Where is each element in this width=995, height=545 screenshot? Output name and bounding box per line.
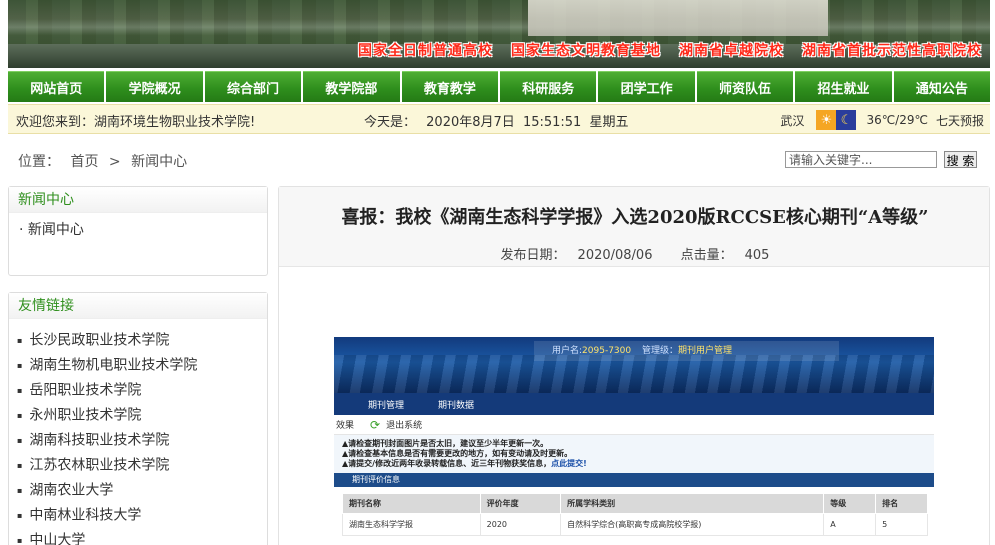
article: 喜报：我校《湖南生态科学学报》入选2020版RCCSE核心期刊“A等级” 发布日… [278, 186, 990, 545]
search-input[interactable] [785, 151, 937, 168]
image-tab: 期刊数据 [438, 400, 475, 411]
friend-link[interactable]: 长沙民政职业技术学院 [9, 328, 267, 353]
moon-icon: ☾ [836, 110, 857, 130]
image-tool-left: 效果 [336, 421, 355, 431]
friend-link[interactable]: 江苏农林职业技术学院 [9, 453, 267, 478]
image-th: 排名 [875, 493, 928, 514]
image-tabs: 期刊管理 期刊数据 [334, 393, 934, 415]
main-nav: 网站首页 学院概况 综合部门 教学院部 教育教学 科研服务 团学工作 师资队伍 … [8, 71, 991, 102]
slogan: 国家全日制普通高校 [358, 43, 493, 59]
image-tab: 期刊管理 [368, 400, 405, 411]
news-center-box: 新闻中心 · 新闻中心 [8, 186, 268, 276]
breadcrumb: 位置： 首页 > 新闻中心 [18, 151, 193, 171]
click-count: 点击量： 405 [675, 248, 776, 263]
image-td: 自然科学综合(高职高专成高院校学报) [560, 513, 825, 536]
nav-item-faculty[interactable]: 师资队伍 [696, 71, 794, 102]
publish-label: 发布日期： [500, 248, 566, 263]
banner-trees [8, 0, 990, 44]
image-th: 评价年度 [479, 493, 562, 514]
friend-link[interactable]: 中南林业科技大学 [9, 503, 267, 528]
nav-item-admissions[interactable]: 招生就业 [795, 71, 892, 102]
breadcrumb-current[interactable]: 新闻中心 [131, 154, 187, 170]
breadcrumb-home[interactable]: 首页 [70, 154, 98, 170]
header-banner: 国家全日制普通高校 国家生态文明教育基地 湖南省卓越院校 湖南省首批示范性高职院… [8, 0, 990, 68]
image-tool-exit: 退出系统 [386, 421, 423, 431]
image-td: 5 [875, 513, 928, 536]
publish-date: 发布日期： 2020/08/06 [495, 248, 659, 263]
city: 武汉 [780, 113, 805, 128]
image-note-text: ▲请提交/修改近两年收录转载信息、近三年刊物获奖信息， [342, 459, 552, 468]
image-td: 2020 [479, 513, 562, 536]
banner-building [528, 0, 828, 36]
welcome-text: 欢迎您来到：湖南环境生物职业技术学院! [16, 115, 256, 130]
image-note: ▲请检查期刊封面图片是否太旧，建议至少半年更新一次。 [342, 439, 549, 448]
refresh-icon: ⟳ [370, 417, 381, 432]
date-time: 今天是： 2020年8月7日 15:51:51 星期五 [364, 111, 628, 130]
image-td: A [823, 513, 877, 536]
info-bar: 欢迎您来到：湖南环境生物职业技术学院! 今天是： 2020年8月7日 15:51… [8, 104, 990, 134]
friend-links-box: 友情链接 长沙民政职业技术学院 湖南生物机电职业技术学院 岳阳职业技术学院 永州… [8, 292, 268, 545]
image-th: 等级 [823, 493, 877, 514]
clicks-label: 点击量： [680, 248, 733, 263]
time: 15:51:51 [522, 115, 582, 130]
image-toolbar: 效果 ⟳ 退出系统 [334, 415, 934, 435]
article-image: 用户名:2095-7300 管理级：期刊用户管理 期刊管理 期刊数据 效果 ⟳ … [334, 337, 934, 545]
nav-item-departments[interactable]: 综合部门 [204, 71, 302, 102]
friend-link[interactable]: 湖南农业大学 [9, 478, 267, 503]
search-form: 搜 索 [785, 151, 977, 168]
friend-link[interactable]: 岳阳职业技术学院 [9, 378, 267, 403]
news-center-title: 新闻中心 [9, 187, 267, 213]
slogan: 湖南省首批示范性高职院校 [802, 43, 982, 59]
image-notes: ▲请检查期刊封面图片是否太旧，建议至少半年更新一次。 ▲请检查基本信息是否有需要… [334, 435, 934, 473]
friend-links-list: 长沙民政职业技术学院 湖南生物机电职业技术学院 岳阳职业技术学院 永州职业技术学… [9, 319, 267, 545]
clicks-value: 405 [744, 248, 770, 263]
weekday: 星期五 [589, 115, 629, 130]
breadcrumb-separator: > [108, 154, 121, 170]
image-role-label: 管理级： [641, 346, 678, 356]
forecast-link[interactable]: 七天预报 [936, 112, 984, 129]
image-th: 所属学科类别 [560, 493, 825, 514]
article-title: 喜报：我校《湖南生态科学学报》入选2020版RCCSE核心期刊“A等级” [341, 207, 929, 228]
sun-cloud-icon: ☀ [816, 110, 837, 130]
image-table-header: 期刊名称 评价年度 所属学科类别 等级 排名 [342, 493, 928, 514]
date: 2020年8月7日 [426, 115, 515, 130]
news-center-link[interactable]: · 新闻中心 [9, 219, 267, 239]
image-section-bar: 期刊评价信息 [334, 473, 934, 487]
banner-slogans: 国家全日制普通高校 国家生态文明教育基地 湖南省卓越院校 湖南省首批示范性高职院… [358, 40, 982, 60]
friend-link[interactable]: 中山大学 [9, 528, 267, 545]
image-note-link: 点此提交! [551, 459, 587, 468]
image-table: 期刊名称 评价年度 所属学科类别 等级 排名 湖南生态科学学报 2020 自然科… [342, 493, 928, 536]
image-td: 湖南生态科学学报 [342, 513, 481, 536]
image-note: ▲请提交/修改近两年收录转载信息、近三年刊物获奖信息，点此提交! [342, 459, 926, 469]
nav-item-teaching[interactable]: 教育教学 [401, 71, 499, 102]
image-user-value: 2095-7300 [582, 346, 632, 356]
slogan: 湖南省卓越院校 [679, 43, 784, 59]
friend-link[interactable]: 湖南生物机电职业技术学院 [9, 353, 267, 378]
image-th: 期刊名称 [342, 493, 481, 514]
nav-item-home[interactable]: 网站首页 [8, 71, 105, 102]
image-note: ▲请检查基本信息是否有需要更改的地方，如有变动请及时更新。 [342, 449, 573, 458]
image-user-label: 用户名: [552, 346, 583, 356]
nav-item-overview[interactable]: 学院概况 [106, 71, 203, 102]
publish-value: 2020/08/06 [577, 248, 653, 263]
friend-link[interactable]: 湖南科技职业技术学院 [9, 428, 267, 453]
friend-link[interactable]: 永州职业技术学院 [9, 403, 267, 428]
image-header: 用户名:2095-7300 管理级：期刊用户管理 [334, 337, 934, 393]
breadcrumb-label: 位置： [18, 154, 60, 170]
temperature: 36℃/29℃ [866, 113, 928, 127]
search-button[interactable]: 搜 索 [944, 151, 977, 168]
nav-item-notices[interactable]: 通知公告 [893, 71, 991, 102]
today-label: 今天是： [364, 115, 417, 130]
article-meta: 发布日期： 2020/08/06 点击量： 405 [279, 244, 991, 263]
image-user-info: 用户名:2095-7300 管理级：期刊用户管理 [534, 341, 839, 361]
nav-item-youth[interactable]: 团学工作 [598, 71, 695, 102]
image-table-row: 湖南生态科学学报 2020 自然科学综合(高职高专成高院校学报) A 5 [342, 513, 928, 536]
nav-item-research[interactable]: 科研服务 [500, 71, 597, 102]
weather-widget: 武汉 ☀ ☾ 36℃/29℃ 七天预报 [780, 110, 984, 130]
friend-links-title: 友情链接 [9, 293, 267, 319]
nav-item-schools[interactable]: 教学院部 [303, 71, 400, 102]
slogan: 国家生态文明教育基地 [511, 43, 661, 59]
image-role-value: 期刊用户管理 [678, 346, 733, 356]
